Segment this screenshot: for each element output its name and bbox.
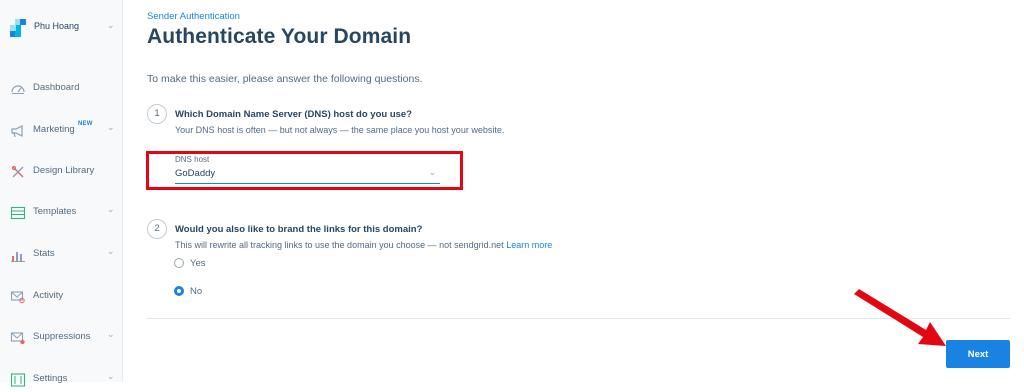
sidebar-item-design-library[interactable]: Design Library	[0, 160, 122, 184]
page-title: Authenticate Your Domain	[147, 25, 412, 48]
chevron-down-icon: ⌄	[107, 122, 115, 132]
settings-icon	[10, 373, 26, 387]
radio-yes[interactable]	[174, 258, 184, 268]
account-switcher[interactable]: Phu Hoang ⌄	[10, 17, 122, 39]
dns-host-label: DNS host	[175, 155, 210, 164]
question-help-text: This will rewrite all tracking links to …	[175, 240, 504, 250]
sidebar-item-marketing[interactable]: Marketing NEW ⌄	[0, 119, 122, 143]
design-tools-icon	[11, 165, 24, 178]
sidebar-item-stats[interactable]: Stats ⌄	[0, 243, 122, 267]
chevron-down-icon: ⌄	[428, 167, 436, 177]
radio-no[interactable]	[174, 286, 184, 296]
learn-more-link[interactable]: Learn more	[506, 240, 552, 250]
question-help: Your DNS host is often — but not always …	[175, 125, 505, 135]
sidebar-item-label: Dashboard	[33, 82, 80, 93]
sidebar: Phu Hoang ⌄ Dashboard Marketing NEW ⌄ De…	[0, 0, 123, 387]
radio-no-label[interactable]: No	[190, 286, 202, 297]
next-button[interactable]: Next	[946, 340, 1010, 368]
sidebar-item-label: Templates	[33, 206, 77, 217]
sendgrid-logo-icon	[10, 17, 26, 39]
intro-text: To make this easier, please answer the f…	[147, 73, 423, 85]
sidebar-item-label: Activity	[33, 290, 64, 301]
sidebar-item-label: Suppressions	[33, 331, 91, 342]
sidebar-item-label: Stats	[33, 248, 55, 259]
templates-icon	[10, 206, 26, 220]
sidebar-item-settings[interactable]: Settings ⌄	[0, 368, 122, 392]
question-title: Would you also like to brand the links f…	[175, 224, 423, 235]
new-badge: NEW	[78, 121, 93, 127]
dns-host-select[interactable]: GoDaddy ⌄	[175, 164, 440, 184]
speedometer-icon	[11, 85, 25, 94]
dns-host-value: GoDaddy	[175, 168, 216, 179]
megaphone-icon	[11, 125, 23, 138]
sidebar-item-dashboard[interactable]: Dashboard	[0, 77, 122, 101]
question-help: This will rewrite all tracking links to …	[175, 240, 552, 250]
step-number: 1	[147, 104, 167, 124]
chevron-down-icon: ⌄	[107, 246, 115, 256]
sidebar-item-label: Marketing	[33, 124, 75, 135]
red-arrow-annotation-icon	[854, 289, 946, 346]
sidebar-item-label: Settings	[33, 373, 68, 384]
sidebar-item-activity[interactable]: Activity	[0, 285, 122, 309]
chevron-down-icon: ⌄	[107, 20, 115, 30]
chevron-down-icon: ⌄	[107, 329, 115, 339]
sidebar-item-label: Design Library	[33, 165, 95, 176]
step-number: 2	[147, 219, 167, 239]
question-title: Which Domain Name Server (DNS) host do y…	[175, 109, 413, 120]
account-name: Phu Hoang	[34, 21, 80, 31]
sidebar-item-templates[interactable]: Templates ⌄	[0, 201, 122, 225]
suppression-icon	[10, 332, 25, 345]
chevron-down-icon: ⌄	[107, 204, 115, 214]
breadcrumb[interactable]: Sender Authentication	[147, 11, 240, 22]
chevron-down-icon: ⌄	[107, 371, 115, 381]
bar-chart-icon	[11, 252, 25, 262]
sidebar-item-suppressions[interactable]: Suppressions ⌄	[0, 326, 122, 350]
mail-search-icon	[10, 291, 25, 304]
radio-yes-label[interactable]: Yes	[190, 258, 206, 269]
